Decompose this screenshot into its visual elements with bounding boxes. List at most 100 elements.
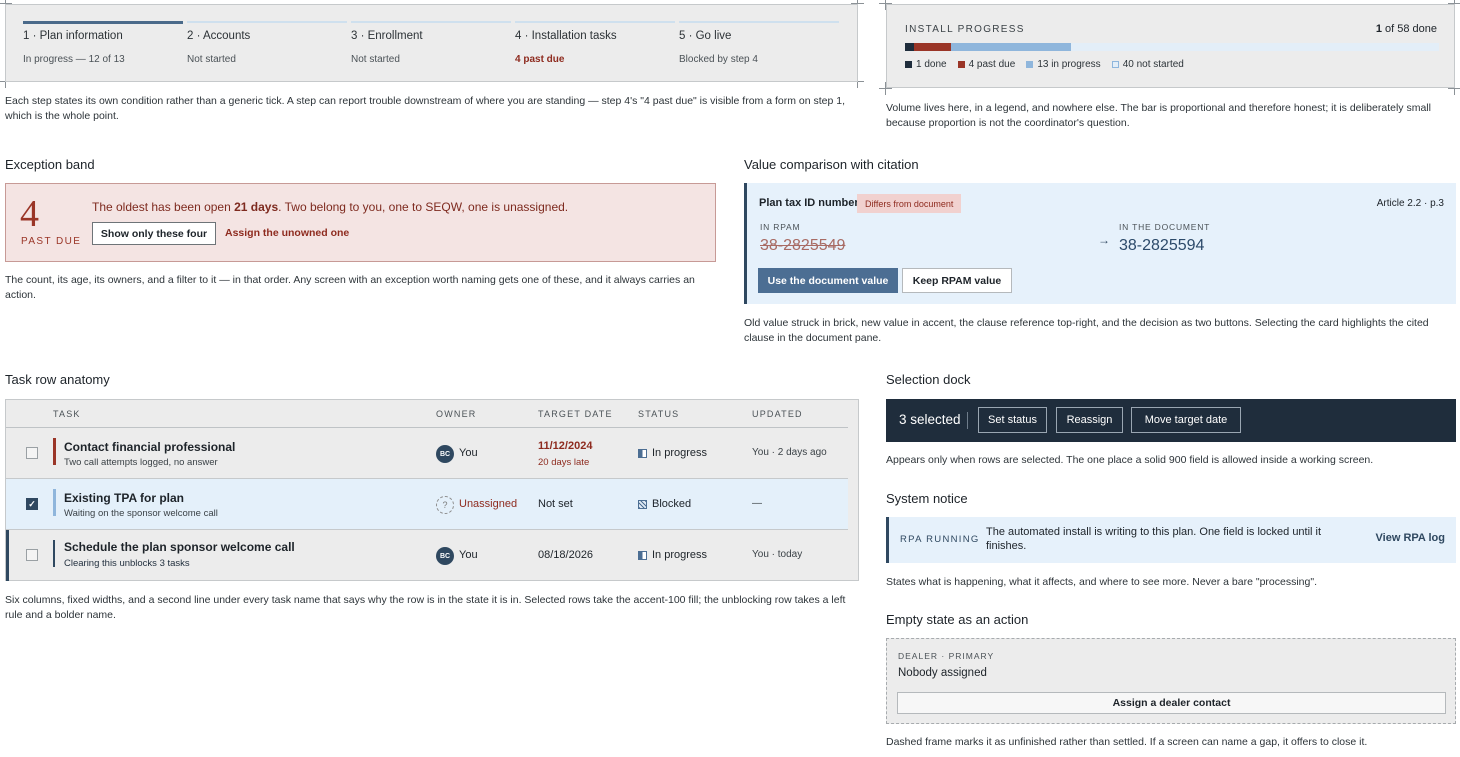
- task-name[interactable]: Contact financial professional: [64, 440, 235, 454]
- reassign-button[interactable]: Reassign: [1056, 407, 1123, 433]
- status-label[interactable]: Blocked: [652, 498, 691, 510]
- assign-unowned-link[interactable]: Assign the unowned one: [225, 227, 349, 239]
- field-name: Plan tax ID number: [759, 197, 859, 209]
- stepper-caption: Each step states its own condition rathe…: [5, 95, 845, 122]
- exception-count: 4: [20, 193, 39, 235]
- column-header-status[interactable]: STATUS: [638, 409, 679, 419]
- exception-caption: The count, its age, its owners, and a fi…: [5, 274, 695, 301]
- citation-reference[interactable]: Article 2.2 · p.3: [1377, 198, 1444, 209]
- task-name[interactable]: Schedule the plan sponsor welcome call: [64, 540, 295, 554]
- system-notice-caption: States what is happening, what it affect…: [886, 576, 1317, 588]
- value-comparison-title: Value comparison with citation: [744, 157, 919, 172]
- step-progress-panel: 1 · Plan information In progress — 12 of…: [5, 4, 858, 82]
- progress-bar: [905, 43, 1439, 51]
- task-reason: Waiting on the sponsor welcome call: [64, 508, 218, 519]
- old-value: 38-2825549: [760, 237, 846, 254]
- step-bar: [515, 21, 675, 23]
- step-status: In progress — 12 of 13: [23, 54, 125, 65]
- rpa-running-tag: RPA RUNNING: [900, 534, 980, 545]
- assign-dealer-contact-button[interactable]: Assign a dealer contact: [897, 692, 1446, 714]
- days-late: 20 days late: [538, 457, 590, 468]
- step-accounts[interactable]: 2 · Accounts Not started: [187, 21, 347, 71]
- column-header-target-date[interactable]: TARGET DATE: [538, 409, 613, 419]
- differs-badge: Differs from document: [857, 194, 962, 213]
- empty-state-title: Empty state as an action: [886, 612, 1029, 627]
- task-name[interactable]: Existing TPA for plan: [64, 491, 184, 505]
- old-value-label: IN RPAM: [760, 222, 801, 232]
- step-enrollment[interactable]: 3 · Enrollment Not started: [351, 21, 511, 71]
- legend-swatch: [1026, 61, 1034, 68]
- column-header-task[interactable]: TASK: [53, 409, 81, 419]
- legend-swatch: [905, 61, 912, 68]
- step-label: 1 · Plan information: [23, 30, 123, 42]
- empty-state-caption: Dashed frame marks it as unfinished rath…: [886, 736, 1368, 748]
- target-date: Not set: [538, 498, 573, 510]
- count-done: 1: [1375, 23, 1382, 35]
- task-table-title: Task row anatomy: [5, 372, 110, 387]
- system-notice-title: System notice: [886, 491, 968, 506]
- progress-segment: [951, 43, 1071, 51]
- install-progress-title: INSTALL PROGRESS: [905, 24, 1025, 35]
- install-progress-count: 1 of 58 done: [1376, 23, 1437, 35]
- column-header-updated[interactable]: UPDATED: [752, 409, 803, 419]
- summary-text: The oldest has been open: [92, 200, 235, 214]
- target-date: 08/18/2026: [538, 549, 594, 561]
- progress-caption: Volume lives here, in a legend, and nowh…: [886, 102, 1431, 129]
- view-rpa-log-link[interactable]: View RPA log: [1376, 532, 1445, 544]
- avatar: BC: [436, 445, 454, 463]
- table-row[interactable]: Contact financial professional Two call …: [6, 428, 848, 479]
- legend-label: 4 past due: [968, 59, 1016, 70]
- table-row-selected[interactable]: ✓ Existing TPA for plan Waiting on the s…: [6, 479, 848, 530]
- move-target-date-button[interactable]: Move target date: [1131, 407, 1241, 433]
- summary-text: . Two belong to you, one to SEQW, one is…: [278, 200, 569, 214]
- row-checkbox-checked[interactable]: ✓: [26, 498, 38, 510]
- progress-legend: 1 done 4 past due 13 in progress 40 not sta…: [905, 59, 1184, 70]
- in-progress-icon: [638, 449, 647, 458]
- table-row-unblocking[interactable]: Schedule the plan sponsor welcome call C…: [6, 530, 848, 581]
- step-installation-tasks[interactable]: 4 · Installation tasks 4 past due: [515, 21, 675, 71]
- avatar: BC: [436, 547, 454, 565]
- step-go-live[interactable]: 5 · Go live Blocked by step 4: [679, 21, 839, 71]
- selection-dock-caption: Appears only when rows are selected. The…: [886, 454, 1374, 466]
- nobody-assigned-text: Nobody assigned: [898, 667, 987, 679]
- value-comparison-caption: Old value struck in brick, new value in …: [744, 317, 1429, 344]
- blocked-icon: [638, 500, 647, 509]
- use-document-value-button[interactable]: Use the document value: [758, 268, 898, 293]
- set-status-button[interactable]: Set status: [978, 407, 1047, 433]
- install-progress-panel: INSTALL PROGRESS 1 of 58 done 1 done 4 pa…: [886, 4, 1455, 88]
- step-status-past-due: 4 past due: [515, 54, 565, 65]
- value-comparison-card[interactable]: Plan tax ID number Differs from document…: [744, 183, 1456, 304]
- unassigned-avatar-icon: ?: [436, 496, 454, 514]
- legend-label: 13 in progress: [1037, 59, 1101, 70]
- step-label: 4 · Installation tasks: [515, 30, 617, 42]
- owner-name[interactable]: Unassigned: [459, 498, 517, 510]
- show-only-these-button[interactable]: Show only these four: [92, 222, 216, 245]
- legend-label: 1 done: [916, 59, 947, 70]
- new-value-label: IN THE DOCUMENT: [1119, 222, 1211, 232]
- arrow-right-icon: →: [1098, 233, 1110, 247]
- status-label[interactable]: In progress: [652, 549, 707, 561]
- step-status: Blocked by step 4: [679, 54, 758, 65]
- selection-dock: 3 selected Set status Reassign Move targ…: [886, 399, 1456, 442]
- owner-name[interactable]: You: [459, 549, 478, 561]
- status-label[interactable]: In progress: [652, 447, 707, 459]
- legend-item: 13 in progress: [1026, 59, 1101, 70]
- row-checkbox[interactable]: [26, 447, 38, 459]
- summary-age: 21 days: [234, 200, 279, 214]
- system-notice: RPA RUNNING The automated install is wri…: [886, 517, 1456, 563]
- step-plan-information[interactable]: 1 · Plan information In progress — 12 of…: [23, 21, 183, 71]
- column-header-owner[interactable]: OWNER: [436, 409, 477, 419]
- exception-summary: The oldest has been open 21 days. Two be…: [92, 200, 568, 214]
- exception-band-title: Exception band: [5, 157, 95, 172]
- updated-label: —: [752, 498, 762, 509]
- step-bar-active: [23, 21, 183, 24]
- legend-swatch: [957, 61, 965, 68]
- row-status-rule: [53, 489, 56, 516]
- step-bar: [187, 21, 347, 23]
- owner-name[interactable]: You: [459, 447, 478, 459]
- task-table: TASK OWNER TARGET DATE STATUS UPDATED Co…: [5, 399, 859, 581]
- row-checkbox[interactable]: [26, 549, 38, 561]
- progress-segment: [905, 43, 915, 51]
- keep-rpam-value-button[interactable]: Keep RPAM value: [902, 268, 1012, 293]
- row-status-rule: [53, 540, 55, 567]
